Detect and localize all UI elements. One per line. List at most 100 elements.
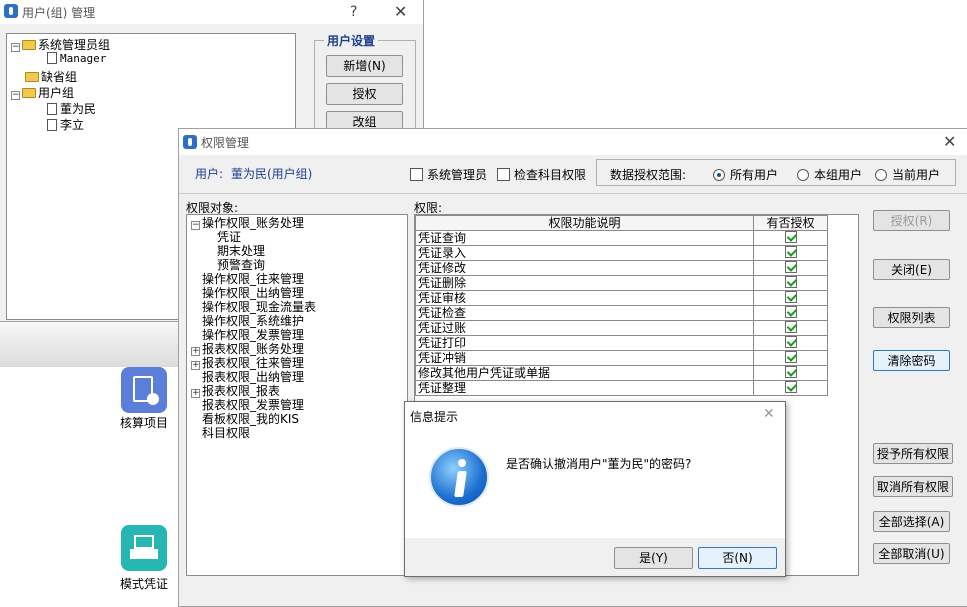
table-row[interactable]: 凭证审核: [415, 290, 828, 306]
user-value: 董为民(用户组): [231, 167, 313, 181]
checkbox-checked-icon[interactable]: [784, 351, 797, 363]
collapse-icon[interactable]: −: [11, 43, 20, 52]
folder-icon: [22, 88, 36, 98]
ledger-icon[interactable]: [121, 367, 167, 413]
checkbox-checked-icon[interactable]: [784, 306, 797, 318]
table-row[interactable]: 凭证修改: [415, 260, 828, 276]
scope-all-radio[interactable]: 所有用户: [713, 166, 778, 183]
granted-cell[interactable]: [753, 290, 828, 306]
object-tree-node[interactable]: 报表权限_发票管理: [202, 398, 304, 412]
granted-cell[interactable]: [753, 230, 828, 246]
tree-node-user-group[interactable]: − 用户组: [11, 84, 74, 101]
granted-cell[interactable]: [753, 260, 828, 276]
expand-icon[interactable]: +: [191, 389, 200, 398]
no-button[interactable]: 否(N): [698, 547, 777, 569]
object-tree-node[interactable]: + 报表权限_账务处理: [191, 342, 304, 356]
tree-node-dong[interactable]: 董为民: [47, 100, 96, 117]
object-tree-node[interactable]: 操作权限_系统维护: [202, 314, 304, 328]
table-row[interactable]: 凭证整理: [415, 380, 828, 396]
authorize-user-button[interactable]: 授权: [326, 83, 403, 105]
voucher-print-icon[interactable]: [121, 525, 167, 571]
user-group-titlebar[interactable]: 用户(组) 管理 ? ✕: [0, 0, 423, 24]
checkbox-box[interactable]: [410, 168, 423, 181]
table-row[interactable]: 凭证冲销: [415, 350, 828, 366]
radio-icon[interactable]: [797, 169, 809, 181]
granted-cell[interactable]: [753, 365, 828, 381]
table-row[interactable]: 修改其他用户凭证或单据: [415, 365, 828, 381]
checkbox-checked-icon[interactable]: [784, 261, 797, 273]
table-row[interactable]: 凭证打印: [415, 335, 828, 351]
close-icon[interactable]: ✕: [394, 2, 407, 21]
object-tree-node[interactable]: 操作权限_现金流量表: [202, 300, 316, 314]
object-tree-node[interactable]: 科目权限: [202, 426, 250, 440]
expand-icon[interactable]: +: [191, 347, 200, 356]
clear-password-button[interactable]: 清除密码: [873, 350, 950, 371]
object-tree-node[interactable]: 看板权限_我的KIS: [202, 412, 299, 426]
sysadmin-checkbox[interactable]: 系统管理员: [410, 166, 487, 183]
granted-cell[interactable]: [753, 380, 828, 396]
radio-selected-icon[interactable]: [713, 169, 725, 181]
scope-current-radio[interactable]: 当前用户: [875, 166, 940, 183]
collapse-icon[interactable]: −: [191, 221, 200, 230]
granted-cell[interactable]: [753, 245, 828, 261]
checkbox-checked-icon[interactable]: [784, 231, 797, 243]
object-tree-node[interactable]: 操作权限_发票管理: [202, 328, 304, 342]
check-subject-checkbox[interactable]: 检查科目权限: [497, 166, 586, 183]
checkbox-box[interactable]: [497, 168, 510, 181]
table-row[interactable]: 凭证删除: [415, 275, 828, 291]
collapse-icon[interactable]: −: [11, 91, 20, 100]
tree-node-li[interactable]: 李立: [47, 116, 84, 133]
checkbox-checked-icon[interactable]: [784, 366, 797, 378]
deselect-all-button[interactable]: 全部取消(U): [873, 543, 950, 564]
perm-titlebar[interactable]: 权限管理 ✕: [179, 129, 967, 155]
tree-node-default-group[interactable]: 缺省组: [25, 68, 77, 85]
table-row[interactable]: 凭证录入: [415, 245, 828, 261]
close-icon[interactable]: ✕: [763, 406, 775, 422]
object-tree-node[interactable]: + 报表权限_报表: [191, 384, 280, 398]
tree-node-admin-group[interactable]: − 系统管理员组: [11, 36, 110, 53]
checkbox-checked-icon[interactable]: [784, 321, 797, 333]
table-row[interactable]: 凭证查询: [415, 230, 828, 246]
radio-icon[interactable]: [875, 169, 887, 181]
granted-cell[interactable]: [753, 350, 828, 366]
function-cell: 凭证检查: [415, 305, 754, 321]
tree-node-manager[interactable]: Manager: [47, 52, 106, 65]
close-button[interactable]: 关闭(E): [873, 259, 950, 280]
scope-group-radio[interactable]: 本组用户: [797, 166, 862, 183]
help-button[interactable]: ?: [350, 4, 357, 20]
grant-all-button[interactable]: 授予所有权限: [873, 443, 953, 464]
select-all-button[interactable]: 全部选择(A): [873, 511, 950, 532]
checkbox-checked-icon[interactable]: [784, 336, 797, 348]
object-tree-node[interactable]: − 操作权限_账务处理: [191, 216, 304, 230]
object-tree-node[interactable]: 操作权限_出纳管理: [202, 286, 304, 300]
info-dialog: 信息提示 ✕ 是否确认撤消用户"董为民"的密码? 是(Y) 否(N): [404, 401, 786, 577]
checkbox-checked-icon[interactable]: [784, 291, 797, 303]
object-tree-node[interactable]: 报表权限_出纳管理: [202, 370, 304, 384]
object-tree-node[interactable]: 凭证: [217, 230, 241, 244]
yes-button[interactable]: 是(Y): [614, 547, 693, 569]
info-icon: [429, 447, 489, 507]
new-user-button[interactable]: 新增(N): [326, 55, 403, 77]
checkbox-checked-icon[interactable]: [784, 381, 797, 393]
close-icon[interactable]: ✕: [943, 132, 956, 151]
granted-cell[interactable]: [753, 275, 828, 291]
checkbox-checked-icon[interactable]: [784, 276, 797, 288]
object-tree-node[interactable]: 期末处理: [217, 244, 265, 258]
object-tree-node[interactable]: 操作权限_往来管理: [202, 272, 304, 286]
granted-cell[interactable]: [753, 320, 828, 336]
expand-icon[interactable]: +: [191, 361, 200, 370]
user-icon: [47, 103, 57, 115]
authorize-button[interactable]: 授权(R): [873, 210, 950, 231]
function-cell: 凭证查询: [415, 230, 754, 246]
table-row[interactable]: 凭证检查: [415, 305, 828, 321]
object-tree[interactable]: − 操作权限_账务处理 凭证 期末处理 预警查询 操作权限_往来管理 操作权限_出纳管理 操作…: [186, 214, 408, 576]
perm-list-button[interactable]: 权限列表: [873, 307, 950, 328]
granted-cell[interactable]: [753, 305, 828, 321]
table-row[interactable]: 凭证过账: [415, 320, 828, 336]
object-tree-node[interactable]: + 报表权限_往来管理: [191, 356, 304, 370]
dialog-titlebar[interactable]: [405, 402, 785, 428]
revoke-all-button[interactable]: 取消所有权限: [873, 476, 953, 497]
object-tree-node[interactable]: 预警查询: [217, 258, 265, 272]
granted-cell[interactable]: [753, 335, 828, 351]
checkbox-checked-icon[interactable]: [784, 246, 797, 258]
